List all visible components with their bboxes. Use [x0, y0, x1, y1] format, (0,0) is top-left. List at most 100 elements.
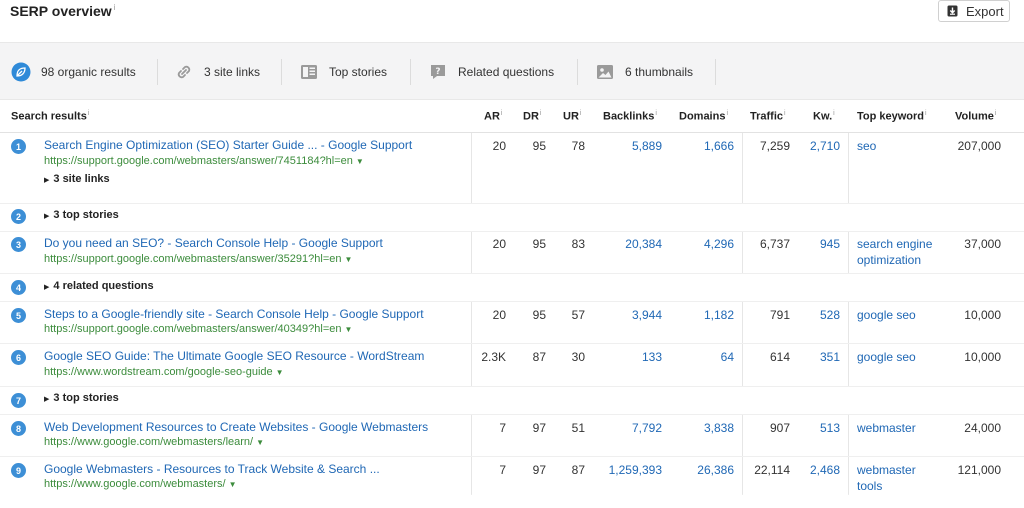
domains-value[interactable]: 26,386 [697, 463, 734, 477]
traffic-value: 614 [769, 350, 790, 364]
backlinks-value[interactable]: 133 [642, 350, 662, 364]
info-icon[interactable]: i [784, 110, 786, 117]
top-stories-expander[interactable]: ▶ 3 top stories [44, 392, 119, 404]
result-url-link[interactable]: https://support.google.com/webmasters/an… [44, 155, 364, 167]
feature-site-links[interactable]: 3 site links [174, 61, 260, 83]
col-top-keyword[interactable]: Top keywordi [857, 110, 927, 123]
site-links-expander[interactable]: ▶ 3 site links [44, 173, 110, 185]
news-icon [299, 62, 319, 82]
caret-down-icon[interactable]: ▼ [356, 157, 364, 166]
ur-value: 51 [571, 421, 585, 435]
question-icon: ? [428, 62, 448, 82]
top-keyword-link[interactable]: google seo [857, 349, 916, 365]
top-keyword-link[interactable]: seo [857, 138, 876, 154]
col-label: Backlinks [603, 110, 655, 123]
domains-value[interactable]: 1,666 [704, 139, 734, 153]
dr-value: 97 [532, 421, 546, 435]
backlinks-value[interactable]: 3,944 [632, 308, 662, 322]
related-questions-expander[interactable]: ▶ 4 related questions [44, 280, 154, 292]
result-url-link[interactable]: https://www.wordstream.com/google-seo-gu… [44, 366, 284, 378]
ur-value: 83 [571, 237, 585, 251]
info-icon[interactable]: i [501, 110, 503, 117]
top-keyword-link[interactable]: google seo [857, 307, 916, 323]
info-icon[interactable]: i [655, 110, 657, 117]
domains-value[interactable]: 64 [721, 350, 734, 364]
kw-value[interactable]: 528 [820, 308, 840, 322]
ar-value: 2.3K [481, 350, 506, 364]
row-divider [0, 386, 1024, 387]
info-icon[interactable]: i [995, 110, 997, 117]
domains-value[interactable]: 1,182 [704, 308, 734, 322]
result-url-link[interactable]: https://www.google.com/webmasters/▼ [44, 478, 237, 490]
kw-value[interactable]: 513 [820, 421, 840, 435]
info-icon[interactable]: i [540, 110, 542, 117]
feature-related-questions[interactable]: ? Related questions [428, 61, 554, 83]
volume-value: 24,000 [964, 421, 1001, 435]
backlinks-value[interactable]: 5,889 [632, 139, 662, 153]
feature-top-stories[interactable]: Top stories [299, 61, 387, 83]
top-keyword-link[interactable]: search engine optimization [857, 236, 952, 268]
kw-value[interactable]: 945 [820, 237, 840, 251]
col-backlinks[interactable]: Backlinksi [603, 110, 657, 123]
col-ur[interactable]: URi [563, 110, 581, 123]
result-url-link[interactable]: https://www.google.com/webmasters/learn/… [44, 436, 264, 448]
col-label: Top keyword [857, 110, 925, 123]
backlinks-value[interactable]: 20,384 [625, 237, 662, 251]
column-divider [471, 415, 472, 495]
col-domains[interactable]: Domainsi [679, 110, 728, 123]
col-ar[interactable]: ARi [484, 110, 502, 123]
top-keyword-link[interactable]: webmaster [857, 420, 916, 436]
caret-down-icon[interactable]: ▼ [344, 255, 352, 264]
traffic-value: 7,259 [759, 139, 790, 153]
ar-value: 7 [499, 463, 506, 477]
info-icon[interactable]: i [726, 110, 728, 117]
export-button[interactable]: Export [938, 0, 1010, 22]
caret-down-icon[interactable]: ▼ [256, 438, 264, 447]
col-volume[interactable]: Volumei [955, 110, 996, 123]
top-stories-expander[interactable]: ▶ 3 top stories [44, 209, 119, 221]
col-dr[interactable]: DRi [523, 110, 541, 123]
col-traffic[interactable]: Traffici [750, 110, 786, 123]
col-search-results[interactable]: Search resultsi [11, 110, 89, 123]
volume-value: 207,000 [957, 139, 1001, 153]
result-title-link[interactable]: Google Webmasters - Resources to Track W… [44, 462, 380, 476]
info-icon[interactable]: i [88, 110, 90, 117]
caret-down-icon[interactable]: ▼ [344, 325, 352, 334]
col-label: DR [523, 110, 539, 123]
result-title-link[interactable]: Web Development Resources to Create Webs… [44, 420, 428, 434]
row-divider [0, 456, 1024, 457]
kw-value[interactable]: 351 [820, 350, 840, 364]
ar-value: 20 [492, 237, 506, 251]
result-url-link[interactable]: https://support.google.com/webmasters/an… [44, 323, 352, 335]
result-title-link[interactable]: Do you need an SEO? - Search Console Hel… [44, 236, 383, 250]
caret-down-icon[interactable]: ▼ [229, 480, 237, 489]
feature-label: Top stories [329, 65, 388, 79]
traffic-value: 907 [769, 421, 790, 435]
col-label: Search results [11, 110, 87, 123]
row-divider [0, 231, 1024, 232]
feature-organic-results[interactable]: 98 organic results [11, 61, 136, 83]
col-kw[interactable]: Kw.i [813, 110, 835, 123]
kw-value[interactable]: 2,710 [810, 139, 840, 153]
backlinks-value[interactable]: 1,259,393 [609, 463, 662, 477]
result-title-link[interactable]: Google SEO Guide: The Ultimate Google SE… [44, 349, 424, 363]
info-icon[interactable]: i [833, 110, 835, 117]
caret-down-icon[interactable]: ▼ [276, 368, 284, 377]
rank-badge: 1 [11, 139, 26, 154]
info-icon[interactable]: i [580, 110, 582, 117]
top-keyword-link[interactable]: webmaster tools [857, 462, 937, 494]
rank-badge: 7 [11, 393, 26, 408]
feature-thumbnails[interactable]: 6 thumbnails [595, 61, 693, 83]
result-url-link[interactable]: https://support.google.com/webmasters/an… [44, 253, 352, 265]
info-icon[interactable]: i [114, 3, 116, 12]
domains-value[interactable]: 3,838 [704, 421, 734, 435]
domains-value[interactable]: 4,296 [704, 237, 734, 251]
page-title-text: SERP overview [10, 3, 112, 19]
result-title-link[interactable]: Steps to a Google-friendly site - Search… [44, 307, 424, 321]
backlinks-value[interactable]: 7,792 [632, 421, 662, 435]
info-icon[interactable]: i [925, 110, 927, 117]
result-title-link[interactable]: Search Engine Optimization (SEO) Starter… [44, 138, 412, 152]
result-url-text: https://www.google.com/webmasters/ [44, 478, 226, 490]
kw-value[interactable]: 2,468 [810, 463, 840, 477]
column-divider [471, 302, 472, 386]
